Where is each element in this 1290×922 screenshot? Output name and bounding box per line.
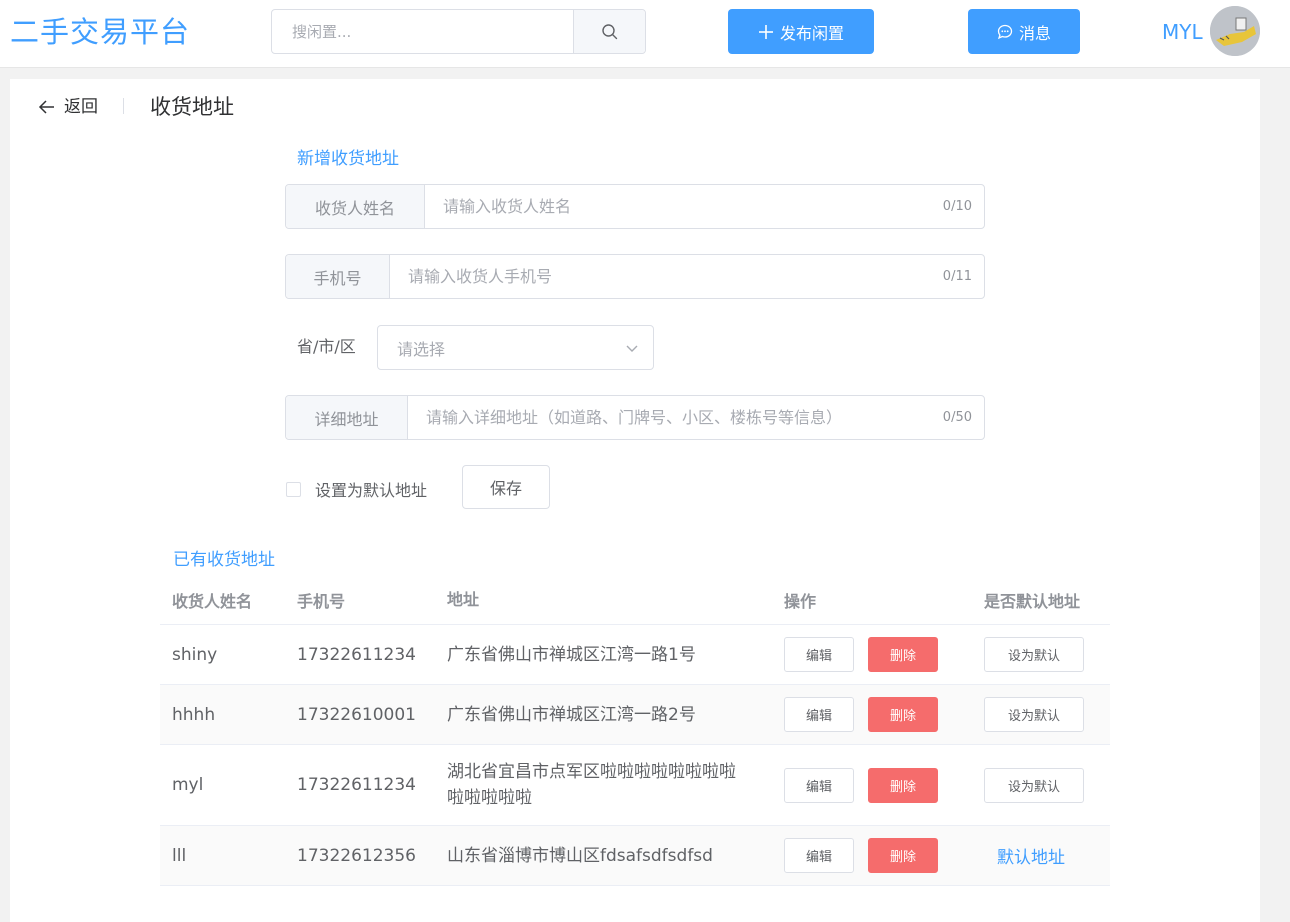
avatar-image-icon [1210, 6, 1260, 56]
row-name: lll [172, 845, 187, 866]
edit-button[interactable]: 编辑 [784, 838, 854, 873]
edit-button[interactable]: 编辑 [784, 697, 854, 732]
detail-address-count: 0/50 [942, 410, 972, 425]
receiver-name-label: 收货人姓名 [286, 185, 425, 228]
existing-address-title: 已有收货地址 [173, 550, 275, 570]
search-button[interactable] [573, 10, 645, 53]
row-default: 设为默认 [972, 697, 1110, 732]
message-button[interactable]: 消息 [968, 9, 1080, 54]
column-header-actions: 操作 [784, 591, 817, 611]
column-header-address: 地址 [447, 589, 480, 609]
row-address: 山东省淄博市博山区fdsafsdfsdfsd [447, 845, 713, 866]
edit-button[interactable]: 编辑 [784, 767, 854, 803]
default-address-checkbox-row[interactable]: 设置为默认地址 [286, 477, 427, 501]
table-row: myl 17322611234 湖北省宜昌市点军区啦啦啦啦啦啦啦啦啦啦啦啦啦 编… [160, 745, 1110, 826]
arrow-left-icon [38, 100, 54, 114]
top-header: 二手交易平台 发布闲置 消息 MYL [0, 0, 1290, 68]
set-default-button[interactable]: 设为默认 [984, 697, 1084, 732]
region-select[interactable]: 请选择 [377, 325, 654, 370]
set-default-button[interactable]: 设为默认 [984, 637, 1084, 672]
receiver-name-group: 收货人姓名 0/10 [285, 184, 985, 229]
region-placeholder: 请选择 [397, 339, 446, 359]
detail-address-group: 详细地址 0/50 [285, 395, 985, 440]
delete-button[interactable]: 删除 [868, 767, 938, 803]
phone-group: 手机号 0/11 [285, 254, 985, 299]
receiver-name-count: 0/10 [942, 199, 972, 214]
row-actions: 编辑 删除 [772, 637, 972, 672]
row-address: 湖北省宜昌市点军区啦啦啦啦啦啦啦啦啦啦啦啦啦 [447, 762, 736, 808]
row-name: myl [172, 775, 204, 795]
site-logo[interactable]: 二手交易平台 [10, 14, 190, 50]
chat-bubble-icon [997, 24, 1013, 39]
receiver-name-input[interactable] [425, 185, 943, 228]
default-address-tag: 默认地址 [997, 848, 1065, 868]
user-name[interactable]: MYL [1162, 20, 1203, 44]
region-label: 省/市/区 [297, 337, 356, 356]
delete-button[interactable]: 删除 [868, 697, 938, 732]
detail-address-input[interactable] [408, 396, 943, 439]
table-row: shiny 17322611234 广东省佛山市禅城区江湾一路1号 编辑 删除 … [160, 625, 1110, 685]
search-icon [601, 23, 617, 39]
row-phone: 17322612356 [297, 845, 416, 866]
phone-label: 手机号 [286, 255, 390, 298]
row-address: 广东省佛山市禅城区江湾一路2号 [447, 704, 696, 725]
search-input[interactable] [272, 10, 574, 53]
publish-button[interactable]: 发布闲置 [728, 9, 874, 54]
row-default: 设为默认 [972, 637, 1110, 672]
phone-input[interactable] [390, 255, 943, 298]
header-divider [123, 98, 124, 114]
row-default: 默认地址 [972, 843, 1110, 868]
row-name: shiny [172, 644, 218, 665]
row-phone: 17322611234 [297, 775, 416, 795]
back-label: 返回 [64, 97, 98, 117]
row-address: 广东省佛山市禅城区江湾一路1号 [447, 644, 696, 665]
row-actions: 编辑 删除 [772, 697, 972, 732]
column-header-phone: 手机号 [297, 591, 346, 611]
page-gutter [1260, 68, 1290, 922]
main-card: 返回 收货地址 新增收货地址 收货人姓名 0/10 手机号 0/11 省/市/区… [10, 79, 1260, 922]
row-phone: 17322610001 [297, 704, 416, 725]
set-default-button[interactable]: 设为默认 [984, 767, 1084, 803]
delete-button[interactable]: 删除 [868, 838, 938, 873]
avatar[interactable] [1210, 6, 1260, 56]
row-default: 设为默认 [972, 767, 1110, 803]
page-title: 收货地址 [150, 95, 234, 119]
address-table: 收货人姓名 手机号 地址 操作 是否默认地址 shiny 17322611234… [160, 575, 1110, 886]
message-label: 消息 [1018, 23, 1051, 43]
phone-count: 0/11 [942, 269, 972, 284]
table-row: lll 17322612356 山东省淄博市博山区fdsafsdfsdfsd 编… [160, 826, 1110, 886]
delete-button[interactable]: 删除 [868, 637, 938, 672]
edit-button[interactable]: 编辑 [784, 637, 854, 672]
save-button[interactable]: 保存 [462, 465, 550, 509]
plus-icon [758, 24, 773, 39]
row-actions: 编辑 删除 [772, 767, 972, 803]
table-header: 收货人姓名 手机号 地址 操作 是否默认地址 [160, 575, 1110, 625]
search-box [271, 9, 646, 54]
row-phone: 17322611234 [297, 644, 416, 665]
publish-label: 发布闲置 [779, 23, 844, 43]
default-address-checkbox[interactable] [286, 481, 301, 497]
column-header-default: 是否默认地址 [984, 591, 1081, 611]
detail-address-label: 详细地址 [286, 396, 408, 439]
chevron-down-icon [626, 345, 638, 352]
row-name: hhhh [172, 704, 216, 725]
table-row: hhhh 17322610001 广东省佛山市禅城区江湾一路2号 编辑 删除 设… [160, 685, 1110, 745]
row-actions: 编辑 删除 [772, 838, 972, 873]
back-button[interactable]: 返回 [38, 95, 98, 119]
default-address-checkbox-label: 设置为默认地址 [315, 481, 428, 500]
column-header-name: 收货人姓名 [172, 591, 253, 611]
new-address-title: 新增收货地址 [297, 149, 399, 169]
